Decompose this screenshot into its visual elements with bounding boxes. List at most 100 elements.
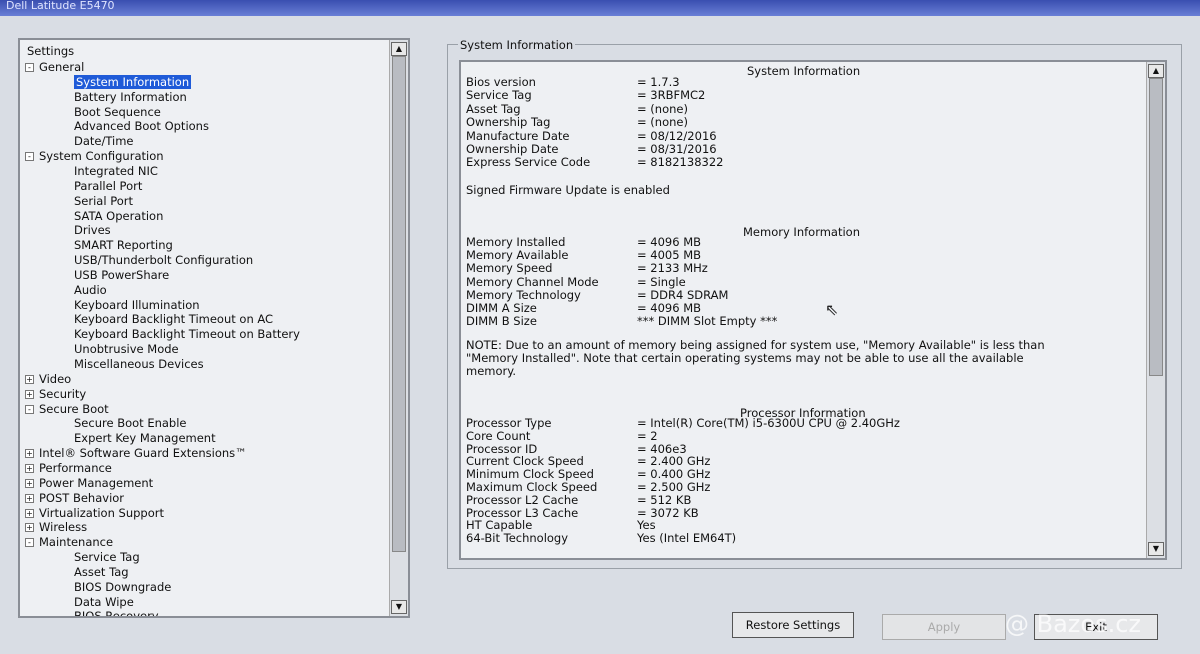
tree-item[interactable]: SMART Reporting xyxy=(74,238,173,252)
group-title: System Information xyxy=(458,38,576,52)
collapse-icon[interactable]: - xyxy=(25,152,34,162)
info-value: = 08/31/2016 xyxy=(637,142,717,156)
tree-item[interactable]: USB/Thunderbolt Configuration xyxy=(74,253,253,267)
expand-icon[interactable]: + xyxy=(25,374,34,384)
info-value: = 2 xyxy=(637,428,658,443)
tree-item[interactable]: - System Configuration xyxy=(25,149,164,163)
tree-item[interactable]: Keyboard Backlight Timeout on AC xyxy=(74,312,273,326)
tree-item[interactable]: + Power Management xyxy=(25,476,153,490)
tree-item[interactable]: Date/Time xyxy=(74,134,134,148)
apply-button[interactable]: Apply xyxy=(882,614,1006,640)
tree-item[interactable]: + Virtualization Support xyxy=(25,506,164,520)
info-value: = 4096 MB xyxy=(637,301,702,315)
collapse-icon[interactable]: - xyxy=(25,404,34,414)
tree-item[interactable]: Boot Sequence xyxy=(74,105,161,119)
expand-icon[interactable]: + xyxy=(25,508,34,518)
tree-item[interactable]: Battery Information xyxy=(74,90,187,104)
tree-item[interactable]: Miscellaneous Devices xyxy=(74,357,204,371)
tree-scroll-thumb[interactable] xyxy=(392,56,406,552)
tree-item[interactable]: Keyboard Backlight Timeout on Battery xyxy=(74,327,300,341)
collapse-icon[interactable]: - xyxy=(25,63,34,72)
tree-item[interactable]: - General xyxy=(25,60,84,74)
info-key: Memory Channel Mode xyxy=(466,274,599,289)
tree-item-label: Integrated NIC xyxy=(74,163,158,178)
tree-item[interactable]: Advanced Boot Options xyxy=(74,119,209,133)
firmware-status: Signed Firmware Update is enabled xyxy=(466,183,670,197)
tree-item[interactable]: Serial Port xyxy=(74,194,133,208)
tree-item[interactable]: + Intel® Software Guard Extensions™ xyxy=(25,446,247,460)
scroll-up-icon[interactable]: ▲ xyxy=(391,42,407,56)
tree-item[interactable]: BIOS Recovery xyxy=(74,609,159,616)
tree-item[interactable]: + Security xyxy=(25,387,86,401)
tree-item[interactable]: Unobtrusive Mode xyxy=(74,342,179,356)
info-value: = 1.7.3 xyxy=(637,75,680,89)
tree-item[interactable]: Integrated NIC xyxy=(74,164,158,178)
tree-item-label: Power Management xyxy=(39,475,154,490)
tree-item[interactable]: - Maintenance xyxy=(25,535,113,549)
scroll-down-icon[interactable]: ▼ xyxy=(1148,542,1164,556)
tree-item[interactable]: + Performance xyxy=(25,461,112,475)
expand-icon[interactable]: + xyxy=(25,478,34,488)
tree-item[interactable]: BIOS Downgrade xyxy=(74,580,171,594)
expand-icon[interactable]: + xyxy=(25,389,34,399)
tree-item[interactable]: Asset Tag xyxy=(74,565,129,579)
tree-item-label: Wireless xyxy=(39,520,88,535)
scroll-down-icon[interactable]: ▼ xyxy=(391,600,407,614)
expand-icon[interactable]: + xyxy=(25,449,34,459)
tree-root-settings: Settings xyxy=(27,44,75,58)
tree-item[interactable]: Keyboard Illumination xyxy=(74,298,200,312)
tree-item[interactable]: Expert Key Management xyxy=(74,431,216,445)
tree-item-label: Audio xyxy=(74,282,107,297)
scroll-up-icon[interactable]: ▲ xyxy=(1148,64,1164,78)
tree-item-label: Secure Boot Enable xyxy=(74,416,187,431)
tree-item-label: Maintenance xyxy=(39,535,114,550)
tree-item-label: Video xyxy=(39,371,72,386)
tree-item[interactable]: System Information xyxy=(74,74,192,89)
tree-item-label: BIOS Recovery xyxy=(74,609,159,616)
info-key: Ownership Date xyxy=(466,142,559,156)
tree-item-label: Keyboard Backlight Timeout on AC xyxy=(74,312,274,327)
tree-item-label: SMART Reporting xyxy=(74,238,173,253)
tree-item-label: SATA Operation xyxy=(74,208,164,223)
tree-item-label: Data Wipe xyxy=(74,594,134,609)
collapse-icon[interactable]: - xyxy=(25,538,34,548)
tree-item-label: BIOS Downgrade xyxy=(74,579,172,594)
info-key: DIMM A Size xyxy=(466,301,537,315)
restore-settings-button[interactable]: Restore Settings xyxy=(732,612,854,638)
info-value: = Single xyxy=(637,274,686,289)
expand-icon[interactable]: + xyxy=(25,463,34,473)
watermark: @ Bazos.cz xyxy=(1005,610,1142,638)
tree-item-label: Serial Port xyxy=(74,193,133,208)
tree-scrollbar[interactable]: ▲ ▼ xyxy=(389,40,408,616)
expand-icon[interactable]: + xyxy=(25,523,34,533)
tree-item[interactable]: SATA Operation xyxy=(74,209,163,223)
tree-item[interactable]: Service Tag xyxy=(74,550,140,564)
tree-item[interactable]: Parallel Port xyxy=(74,179,142,193)
info-key: Memory Available xyxy=(466,248,569,263)
tree-item-label: Service Tag xyxy=(74,550,140,565)
tree-item[interactable]: + Video xyxy=(25,372,71,386)
tree-item-label: Parallel Port xyxy=(74,178,143,193)
info-scrollbar[interactable]: ▲ ▼ xyxy=(1146,62,1165,558)
info-scroll-thumb[interactable] xyxy=(1149,78,1163,376)
tree-item[interactable]: Data Wipe xyxy=(74,595,134,609)
tree-item[interactable]: USB PowerShare xyxy=(74,268,169,282)
expand-icon[interactable]: + xyxy=(25,493,34,503)
info-value: = Intel(R) Core(TM) i5-6300U CPU @ 2.40G… xyxy=(637,416,900,430)
tree-item[interactable]: Drives xyxy=(74,223,111,237)
tree-item-label: USB PowerShare xyxy=(74,267,170,282)
tree-item-label: Security xyxy=(39,386,87,401)
tree-item-label: Drives xyxy=(74,223,111,238)
tree-item[interactable]: + POST Behavior xyxy=(25,491,124,505)
info-value: = 8182138322 xyxy=(637,155,724,170)
tree-item-label: General xyxy=(39,60,85,74)
tree-item[interactable]: + Wireless xyxy=(25,520,87,534)
tree-item[interactable]: Secure Boot Enable xyxy=(74,416,187,430)
tree-item-label: USB/Thunderbolt Configuration xyxy=(74,253,254,268)
tree-item[interactable]: Audio xyxy=(74,283,107,297)
info-value: = (none) xyxy=(637,101,688,116)
tree-item-label: Performance xyxy=(39,460,112,475)
info-key: Memory Speed xyxy=(466,261,553,276)
info-value: = 512 KB xyxy=(637,492,692,507)
tree-item[interactable]: - Secure Boot xyxy=(25,402,109,416)
